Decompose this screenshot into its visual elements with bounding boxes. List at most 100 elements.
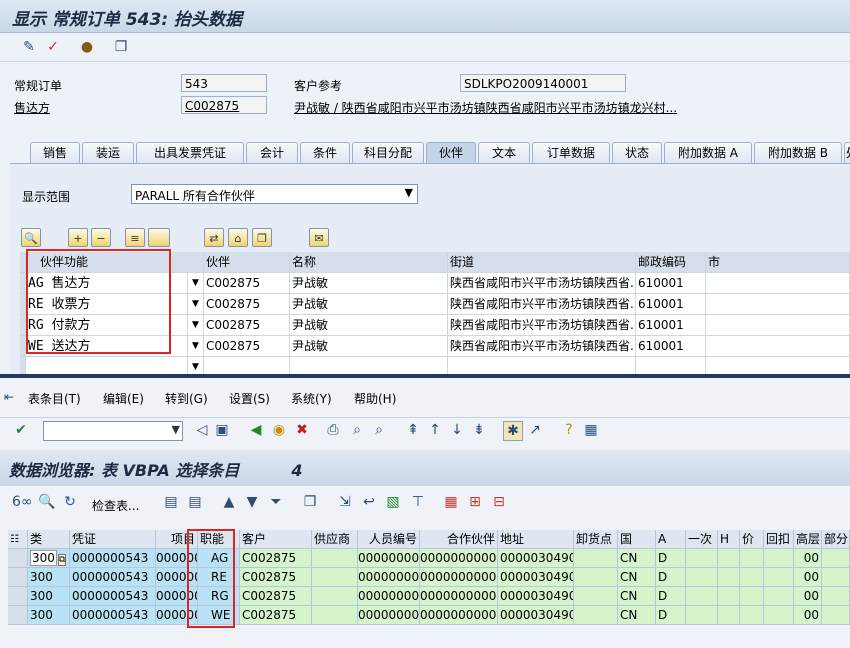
row-selector[interactable] bbox=[8, 549, 28, 568]
delete-row-button[interactable]: − bbox=[91, 228, 111, 247]
new-session-icon[interactable]: ✱ bbox=[503, 421, 523, 441]
tab-accounting[interactable]: 会计 bbox=[246, 142, 298, 163]
tab-account-assignment[interactable]: 科目分配 bbox=[352, 142, 424, 163]
customer-ref-field[interactable]: SDLKPO2009140001 bbox=[460, 74, 626, 92]
tab-more[interactable]: 处 bbox=[844, 142, 850, 163]
help-icon[interactable]: ? bbox=[560, 421, 578, 439]
vendor-cell[interactable] bbox=[312, 606, 358, 625]
col-city[interactable]: 市 bbox=[706, 252, 850, 273]
h-cell[interactable] bbox=[718, 549, 740, 568]
customer-cell[interactable]: C002875 bbox=[240, 549, 312, 568]
col-country[interactable]: 国 bbox=[618, 530, 656, 549]
chevron-down-icon[interactable]: ▼ bbox=[172, 423, 180, 436]
col-partner[interactable]: 伙伴 bbox=[204, 252, 290, 273]
tab-order-data[interactable]: 订单数据 bbox=[532, 142, 610, 163]
a-cell[interactable]: D bbox=[656, 568, 686, 587]
rebate-cell[interactable] bbox=[764, 549, 794, 568]
hierarchy-cell[interactable]: 00 bbox=[794, 587, 822, 606]
col-name[interactable]: 名称 bbox=[290, 252, 448, 273]
tab-shipping[interactable]: 装运 bbox=[82, 142, 134, 163]
value-help-icon[interactable]: ⧉ bbox=[57, 554, 67, 566]
word-processing-icon[interactable]: ⊤ bbox=[409, 493, 427, 511]
find-next-icon[interactable]: ⌕ bbox=[370, 421, 388, 439]
document-cell[interactable]: 0000000543 bbox=[70, 549, 156, 568]
chevron-down-icon[interactable]: ▼ bbox=[188, 336, 204, 357]
hierarchy-cell[interactable]: 00 bbox=[794, 549, 822, 568]
col-street[interactable]: 街道 bbox=[448, 252, 636, 273]
partner-number-cell[interactable]: 0000000000 bbox=[420, 568, 498, 587]
customer-cell[interactable]: C002875 bbox=[240, 606, 312, 625]
partial-cell[interactable] bbox=[822, 606, 850, 625]
col-unloading-point[interactable]: 卸货点 bbox=[574, 530, 618, 549]
tab-additional-a[interactable]: 附加数据 A bbox=[664, 142, 752, 163]
col-vendor[interactable]: 供应商 bbox=[312, 530, 358, 549]
hierarchy-cell[interactable]: 00 bbox=[794, 606, 822, 625]
check-table-button[interactable]: 检查表... bbox=[92, 497, 139, 514]
first-page-icon[interactable]: ⇞ bbox=[404, 421, 422, 439]
menu-icon[interactable]: ⇤ bbox=[4, 390, 14, 404]
h-cell[interactable] bbox=[718, 606, 740, 625]
spreadsheet-icon[interactable]: ▧ bbox=[384, 493, 402, 511]
unloading-cell[interactable] bbox=[574, 587, 618, 606]
address-cell[interactable]: 0000030490 bbox=[498, 606, 574, 625]
chevron-down-icon[interactable]: ▼ bbox=[188, 294, 204, 315]
one-time-cell[interactable] bbox=[686, 606, 718, 625]
partner-print-button[interactable]: ✉ bbox=[309, 228, 329, 247]
save-layout-icon[interactable]: ⊟ bbox=[490, 493, 508, 511]
partner-address-button[interactable]: ⌂ bbox=[228, 228, 248, 247]
address-cell[interactable]: 0000030490 bbox=[498, 568, 574, 587]
save-icon[interactable]: ▣ bbox=[213, 421, 231, 439]
partner-copy-button[interactable]: ❐ bbox=[252, 228, 272, 247]
enter-icon[interactable]: ✔ bbox=[12, 421, 30, 439]
a-cell[interactable]: D bbox=[656, 549, 686, 568]
col-postal-code[interactable]: 邮政编码 bbox=[636, 252, 706, 273]
partner-number-cell[interactable]: 0000000000 bbox=[420, 549, 498, 568]
sort-ascending-icon[interactable]: ▤ bbox=[162, 493, 180, 511]
partial-cell[interactable] bbox=[822, 549, 850, 568]
partner-cell[interactable]: C002875 bbox=[204, 273, 290, 294]
partner-cell[interactable]: C002875 bbox=[204, 315, 290, 336]
document-cell[interactable]: 0000000543 bbox=[70, 587, 156, 606]
display-range-dropdown[interactable]: PARALL 所有合作伙伴 ▼ bbox=[131, 184, 418, 204]
personnel-cell[interactable]: 00000000 bbox=[358, 606, 420, 625]
row-selector[interactable] bbox=[8, 587, 28, 606]
select-all-icon[interactable]: ☷ bbox=[8, 530, 28, 549]
country-cell[interactable]: CN bbox=[618, 606, 656, 625]
partner-number-cell[interactable]: 0000000000 bbox=[420, 587, 498, 606]
rebate-cell[interactable] bbox=[764, 568, 794, 587]
partner-change-button[interactable]: ⇄ bbox=[204, 228, 224, 247]
country-cell[interactable]: CN bbox=[618, 587, 656, 606]
col-h[interactable]: H bbox=[718, 530, 740, 549]
col-a[interactable]: A bbox=[656, 530, 686, 549]
tab-billing-document[interactable]: 出具发票凭证 bbox=[136, 142, 244, 163]
client-cell[interactable]: 300 bbox=[28, 606, 70, 625]
chevron-down-icon[interactable]: ▼ bbox=[188, 315, 204, 336]
price-cell[interactable] bbox=[740, 606, 764, 625]
insert-row-button[interactable]: + bbox=[68, 228, 88, 247]
col-partner-number[interactable]: 合作伙伴 bbox=[420, 530, 498, 549]
price-cell[interactable] bbox=[740, 587, 764, 606]
client-cell[interactable]: 300 bbox=[28, 587, 70, 606]
h-cell[interactable] bbox=[718, 587, 740, 606]
vendor-cell[interactable] bbox=[312, 587, 358, 606]
last-page-icon[interactable]: ⇟ bbox=[470, 421, 488, 439]
select-all-button[interactable]: ≡ bbox=[125, 228, 145, 247]
row-selector[interactable] bbox=[8, 606, 28, 625]
tab-additional-b[interactable]: 附加数据 B bbox=[754, 142, 842, 163]
col-rebate[interactable]: 回扣 bbox=[764, 530, 794, 549]
rebate-cell[interactable] bbox=[764, 587, 794, 606]
customer-cell[interactable]: C002875 bbox=[240, 568, 312, 587]
copy-icon[interactable]: ❐ bbox=[112, 38, 130, 56]
partner-cell[interactable]: C002875 bbox=[204, 294, 290, 315]
layout-menu-icon[interactable]: ▦ bbox=[582, 421, 600, 439]
personnel-cell[interactable]: 00000000 bbox=[358, 568, 420, 587]
print-icon[interactable]: ⎙ bbox=[324, 421, 342, 439]
check-delete-icon[interactable]: ✓ bbox=[44, 38, 62, 56]
print-preview-icon[interactable]: ❐ bbox=[301, 493, 319, 511]
select-layout-icon[interactable]: ⊞ bbox=[466, 493, 484, 511]
one-time-cell[interactable] bbox=[686, 587, 718, 606]
col-document[interactable]: 凭证 bbox=[70, 530, 156, 549]
unloading-cell[interactable] bbox=[574, 549, 618, 568]
sort-descending-icon[interactable]: ▤ bbox=[186, 493, 204, 511]
customer-cell[interactable]: C002875 bbox=[240, 587, 312, 606]
